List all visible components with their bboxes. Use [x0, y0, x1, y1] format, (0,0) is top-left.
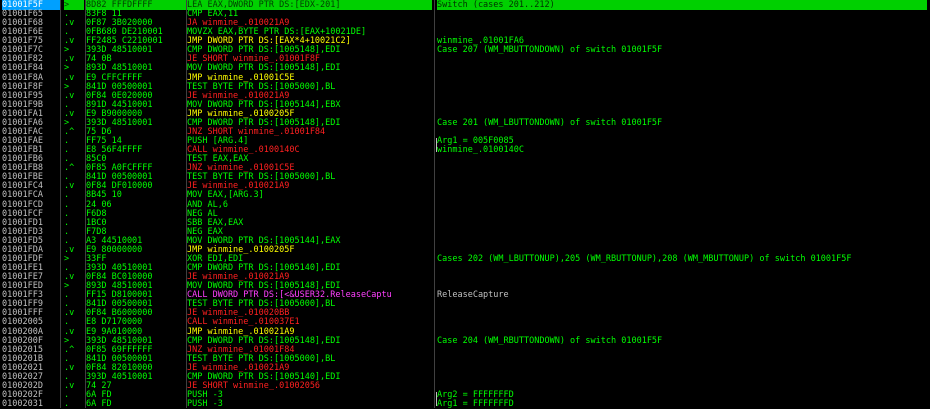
arg-bracket — [436, 392, 440, 407]
arg-bracket — [436, 138, 440, 153]
disassembly-pane[interactable]: 01001F5F >8D82 FFFDFFFF LEA EAX,DWORD PTR … — [0, 0, 930, 409]
